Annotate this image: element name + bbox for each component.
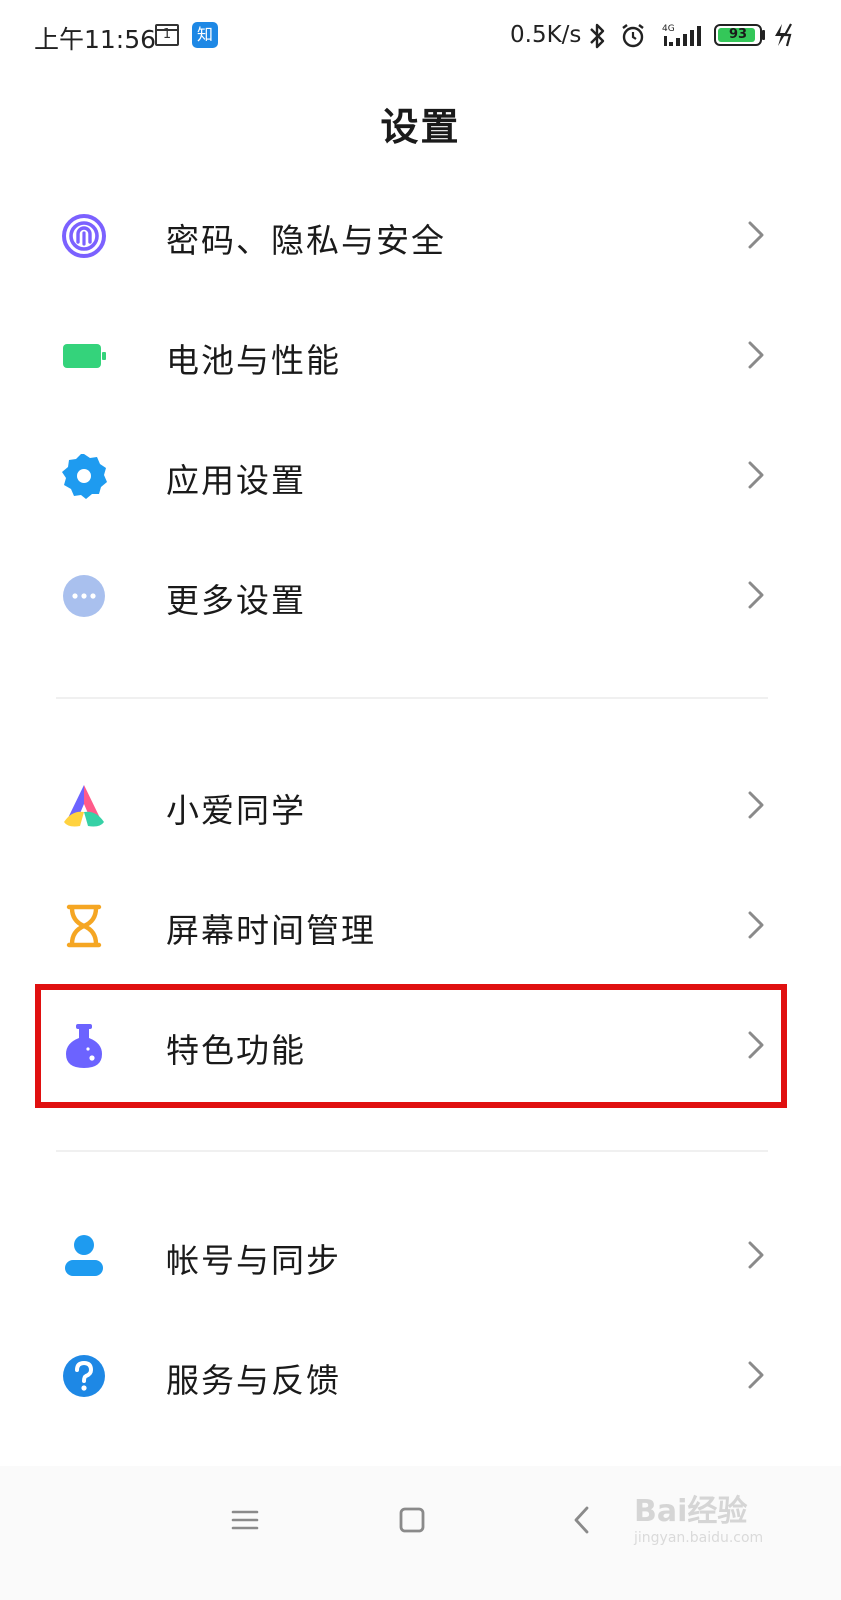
baidu-watermark: Bai经验 jingyan.baidu.com — [630, 1478, 820, 1558]
network-type-label: 4G — [662, 24, 675, 34]
back-icon[interactable] — [558, 1496, 606, 1544]
menu-item-screen-time[interactable]: 屏幕时间管理 — [0, 870, 841, 980]
menu-item-service-feedback[interactable]: 服务与反馈 — [0, 1320, 841, 1430]
section-divider — [56, 697, 768, 699]
menu-item-label: 更多设置 — [166, 581, 306, 620]
menu-item-label: 电池与性能 — [166, 341, 341, 380]
menu-item-label: 应用设置 — [166, 461, 306, 500]
xiaoai-icon — [64, 785, 104, 827]
menu-item-label: 密码、隐私与安全 — [166, 221, 446, 260]
chevron-right-icon — [748, 221, 764, 249]
fingerprint-icon — [62, 214, 106, 258]
status-bar: 上午11:56 1 知 0.5K/s 4G 93 — [0, 0, 841, 76]
menu-item-xiaoai[interactable]: 小爱同学 — [0, 750, 841, 860]
highlight-box — [35, 984, 787, 1108]
chevron-right-icon — [748, 581, 764, 609]
menu-item-more-settings[interactable]: 更多设置 — [0, 540, 841, 650]
menu-item-label: 屏幕时间管理 — [166, 911, 376, 950]
battery-icon — [63, 344, 106, 368]
chevron-right-icon — [748, 791, 764, 819]
section-divider — [56, 1150, 768, 1152]
menu-item-label: 服务与反馈 — [166, 1361, 341, 1400]
gear-icon — [62, 454, 107, 499]
menu-item-privacy-security[interactable]: 密码、隐私与安全 — [0, 180, 841, 290]
menu-item-label: 小爱同学 — [166, 791, 306, 830]
calendar-icon: 1 — [155, 24, 179, 46]
menu-item-account-sync[interactable]: 帐号与同步 — [0, 1200, 841, 1310]
watermark-brand: Bai经验 — [634, 1494, 748, 1529]
chevron-right-icon — [748, 1361, 764, 1389]
chevron-right-icon — [748, 1241, 764, 1269]
menu-icon[interactable] — [221, 1496, 269, 1544]
chevron-right-icon — [748, 341, 764, 369]
help-icon — [63, 1355, 105, 1397]
battery-tip — [762, 30, 765, 40]
battery-indicator: 93 — [714, 24, 762, 46]
signal-icon: 4G — [662, 24, 701, 46]
alarm-icon — [622, 24, 644, 48]
charging-icon — [775, 23, 792, 47]
status-time: 上午11:56 — [34, 25, 157, 54]
chevron-right-icon — [748, 911, 764, 939]
menu-item-app-settings[interactable]: 应用设置 — [0, 420, 841, 530]
bluetooth-icon — [590, 23, 605, 49]
account-icon — [65, 1235, 103, 1276]
zhihu-notification-icon: 知 — [192, 22, 218, 48]
network-speed: 0.5K/s — [510, 22, 582, 48]
chevron-right-icon — [748, 461, 764, 489]
battery-level: 93 — [728, 27, 748, 42]
home-icon[interactable] — [388, 1496, 436, 1544]
menu-item-label: 帐号与同步 — [166, 1241, 341, 1280]
watermark-url: jingyan.baidu.com — [634, 1530, 764, 1546]
hourglass-icon — [66, 904, 102, 948]
more-dots-icon — [63, 575, 105, 617]
menu-item-battery-performance[interactable]: 电池与性能 — [0, 300, 841, 410]
page-title: 设置 — [380, 105, 461, 149]
